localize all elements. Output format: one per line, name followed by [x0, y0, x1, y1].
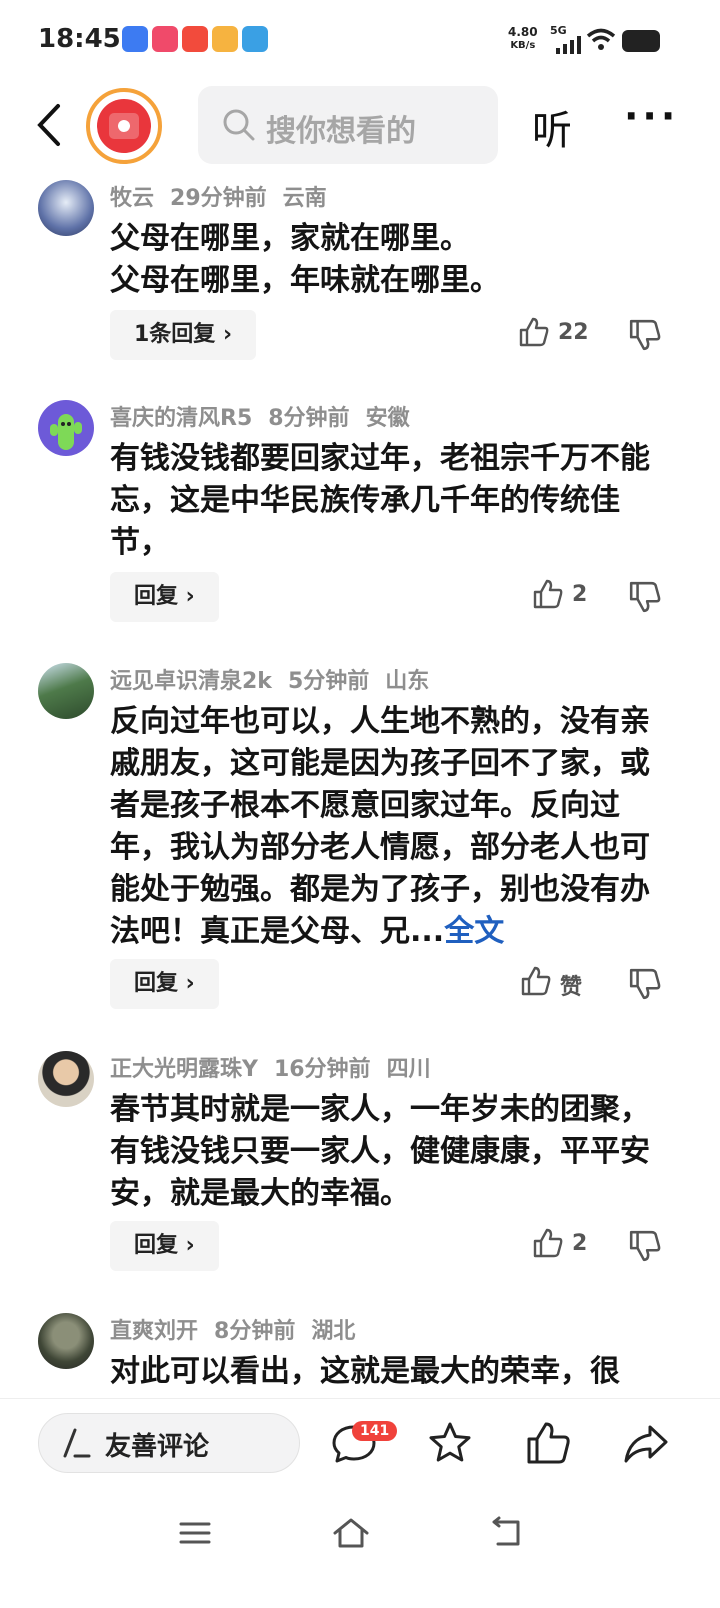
like-button[interactable]: 赞: [520, 965, 582, 1005]
comment-location: 安徽: [365, 406, 410, 431]
avatar[interactable]: [38, 1313, 94, 1369]
comment-time: 5分钟前: [287, 669, 370, 694]
comment-username[interactable]: 喜庆的清风R5: [110, 406, 252, 431]
search-input[interactable]: 搜你想看的: [198, 86, 498, 164]
share-icon[interactable]: [622, 1419, 670, 1467]
avatar[interactable]: [38, 400, 94, 456]
system-nav-bar: [0, 1492, 720, 1608]
comment-item: 远见卓识清泉2k 5分钟前 山东 反向过年也可以，人生地不熟的，没有亲戚朋友，这可能…: [0, 663, 720, 1023]
thumbs-down-icon[interactable]: [628, 318, 662, 352]
comment-username[interactable]: 直爽刘开: [110, 1319, 198, 1344]
status-time: 18:45: [38, 24, 121, 54]
thumbs-up-icon: [533, 1228, 563, 1258]
wifi-icon: [586, 28, 616, 50]
like-button[interactable]: 2: [532, 1227, 587, 1267]
comment-username[interactable]: 牧云: [110, 186, 154, 211]
reply-button[interactable]: 回复 ›: [110, 1221, 219, 1271]
weather-icon: [212, 26, 238, 52]
thumbs-down-icon[interactable]: [628, 580, 662, 614]
more-button[interactable]: ···: [624, 94, 679, 138]
reply-button[interactable]: 1条回复 ›: [110, 310, 257, 360]
comment-time: 8分钟前: [268, 406, 350, 431]
compose-label: 友善评论: [105, 1432, 210, 1462]
comment-text: 父母在哪里，家就在哪里。 父母在哪里，年味就在哪里。: [110, 221, 500, 298]
pen-icon: [63, 1428, 91, 1458]
comment-location: 湖北: [311, 1319, 356, 1344]
thumbs-up-icon: [533, 579, 563, 609]
bottom-action-bar: 友善评论 141: [0, 1398, 720, 1493]
avatar[interactable]: [38, 663, 94, 719]
like-count: 2: [572, 1231, 588, 1256]
reply-button[interactable]: 回复 ›: [110, 572, 219, 622]
status-bar: 18:45 4.80 KB/s 5G: [0, 0, 720, 80]
comment-location: 山东: [385, 669, 430, 694]
comment-item: 牧云 29分钟前 云南 父母在哪里，家就在哪里。 父母在哪里，年味就在哪里。 1条回…: [0, 180, 720, 380]
comment-text: 反向过年也可以，人生地不熟的，没有亲戚朋友，这可能是因为孩子回不了家，或者是孩子…: [110, 704, 650, 949]
app-avatar[interactable]: [86, 88, 162, 164]
search-icon: [223, 109, 255, 141]
comment-compose-button[interactable]: 友善评论: [38, 1413, 300, 1473]
comment-count-badge: 141: [352, 1421, 398, 1441]
browser-icon: [122, 26, 148, 52]
comment-time: 8分钟前: [214, 1319, 296, 1344]
comment-meta: 正大光明露珠Y 16分钟前 四川: [110, 1051, 447, 1083]
like-count: 2: [572, 582, 588, 607]
comment-text: 春节其时就是一家人，一年岁未的团聚，有钱没钱只要一家人，健健康康，平平安安，就是…: [110, 1092, 650, 1211]
comment-time: 29分钟前: [170, 186, 267, 211]
full-text-link[interactable]: 全文: [444, 914, 504, 949]
top-header: 搜你想看的 听 ···: [0, 80, 720, 172]
reply-button[interactable]: 回复 ›: [110, 959, 219, 1009]
thumbs-up-icon: [519, 317, 549, 347]
comment-item: 直爽刘开 8分钟前 湖北 对此可以看出，这就是最大的荣幸，很: [0, 1313, 720, 1398]
back-icon[interactable]: [490, 1516, 524, 1550]
thumbs-up-icon: [521, 966, 551, 996]
like-button[interactable]: 2: [532, 578, 587, 618]
app-icon-pink: [152, 26, 178, 52]
battery-icon: [622, 30, 660, 52]
comment-meta: 喜庆的清风R5 8分钟前 安徽: [110, 400, 426, 432]
comment-username[interactable]: 远见卓识清泉2k: [110, 669, 272, 694]
toutiao-icon: [182, 26, 208, 52]
menu-icon[interactable]: [178, 1516, 212, 1550]
back-arrow-icon[interactable]: [30, 100, 70, 150]
telegram-icon: [242, 26, 268, 52]
comment-location: 四川: [386, 1057, 431, 1082]
comment-meta: 牧云 29分钟前 云南: [110, 180, 343, 212]
thumbs-up-icon[interactable]: [524, 1419, 572, 1467]
thumbs-down-icon[interactable]: [628, 1229, 662, 1263]
comment-time: 16分钟前: [273, 1057, 371, 1082]
comment-item: 喜庆的清风R5 8分钟前 安徽 有钱没钱都要回家过年，老祖宗千万不能忘，这是中华民族…: [0, 400, 720, 630]
comment-meta: 直爽刘开 8分钟前 湖北: [110, 1313, 371, 1345]
thumbs-down-icon[interactable]: [628, 967, 662, 1001]
comment-username[interactable]: 正大光明露珠Y: [110, 1057, 258, 1082]
signal-icon: [556, 36, 581, 54]
app-logo-icon: [97, 99, 151, 153]
comment-item: 正大光明露珠Y 16分钟前 四川 春节其时就是一家人，一年岁未的团聚，有钱没钱只要一…: [0, 1051, 720, 1281]
avatar[interactable]: [38, 180, 94, 236]
like-count: 22: [558, 320, 589, 345]
comment-location: 云南: [282, 186, 327, 211]
net-speed: 4.80 KB/s: [508, 25, 538, 52]
comment-text: 对此可以看出，这就是最大的荣幸，很: [110, 1354, 620, 1389]
like-button[interactable]: 22: [518, 316, 589, 356]
search-placeholder: 搜你想看的: [266, 114, 416, 149]
comment-text: 有钱没钱都要回家过年，老祖宗千万不能忘，这是中华民族传承几千年的传统佳节，: [110, 441, 650, 560]
like-count: 赞: [560, 975, 583, 1000]
listen-button[interactable]: 听: [532, 98, 572, 156]
comment-meta: 远见卓识清泉2k 5分钟前 山东: [110, 663, 445, 695]
home-icon[interactable]: [332, 1516, 370, 1550]
star-icon[interactable]: [426, 1419, 474, 1467]
avatar[interactable]: [38, 1051, 94, 1107]
